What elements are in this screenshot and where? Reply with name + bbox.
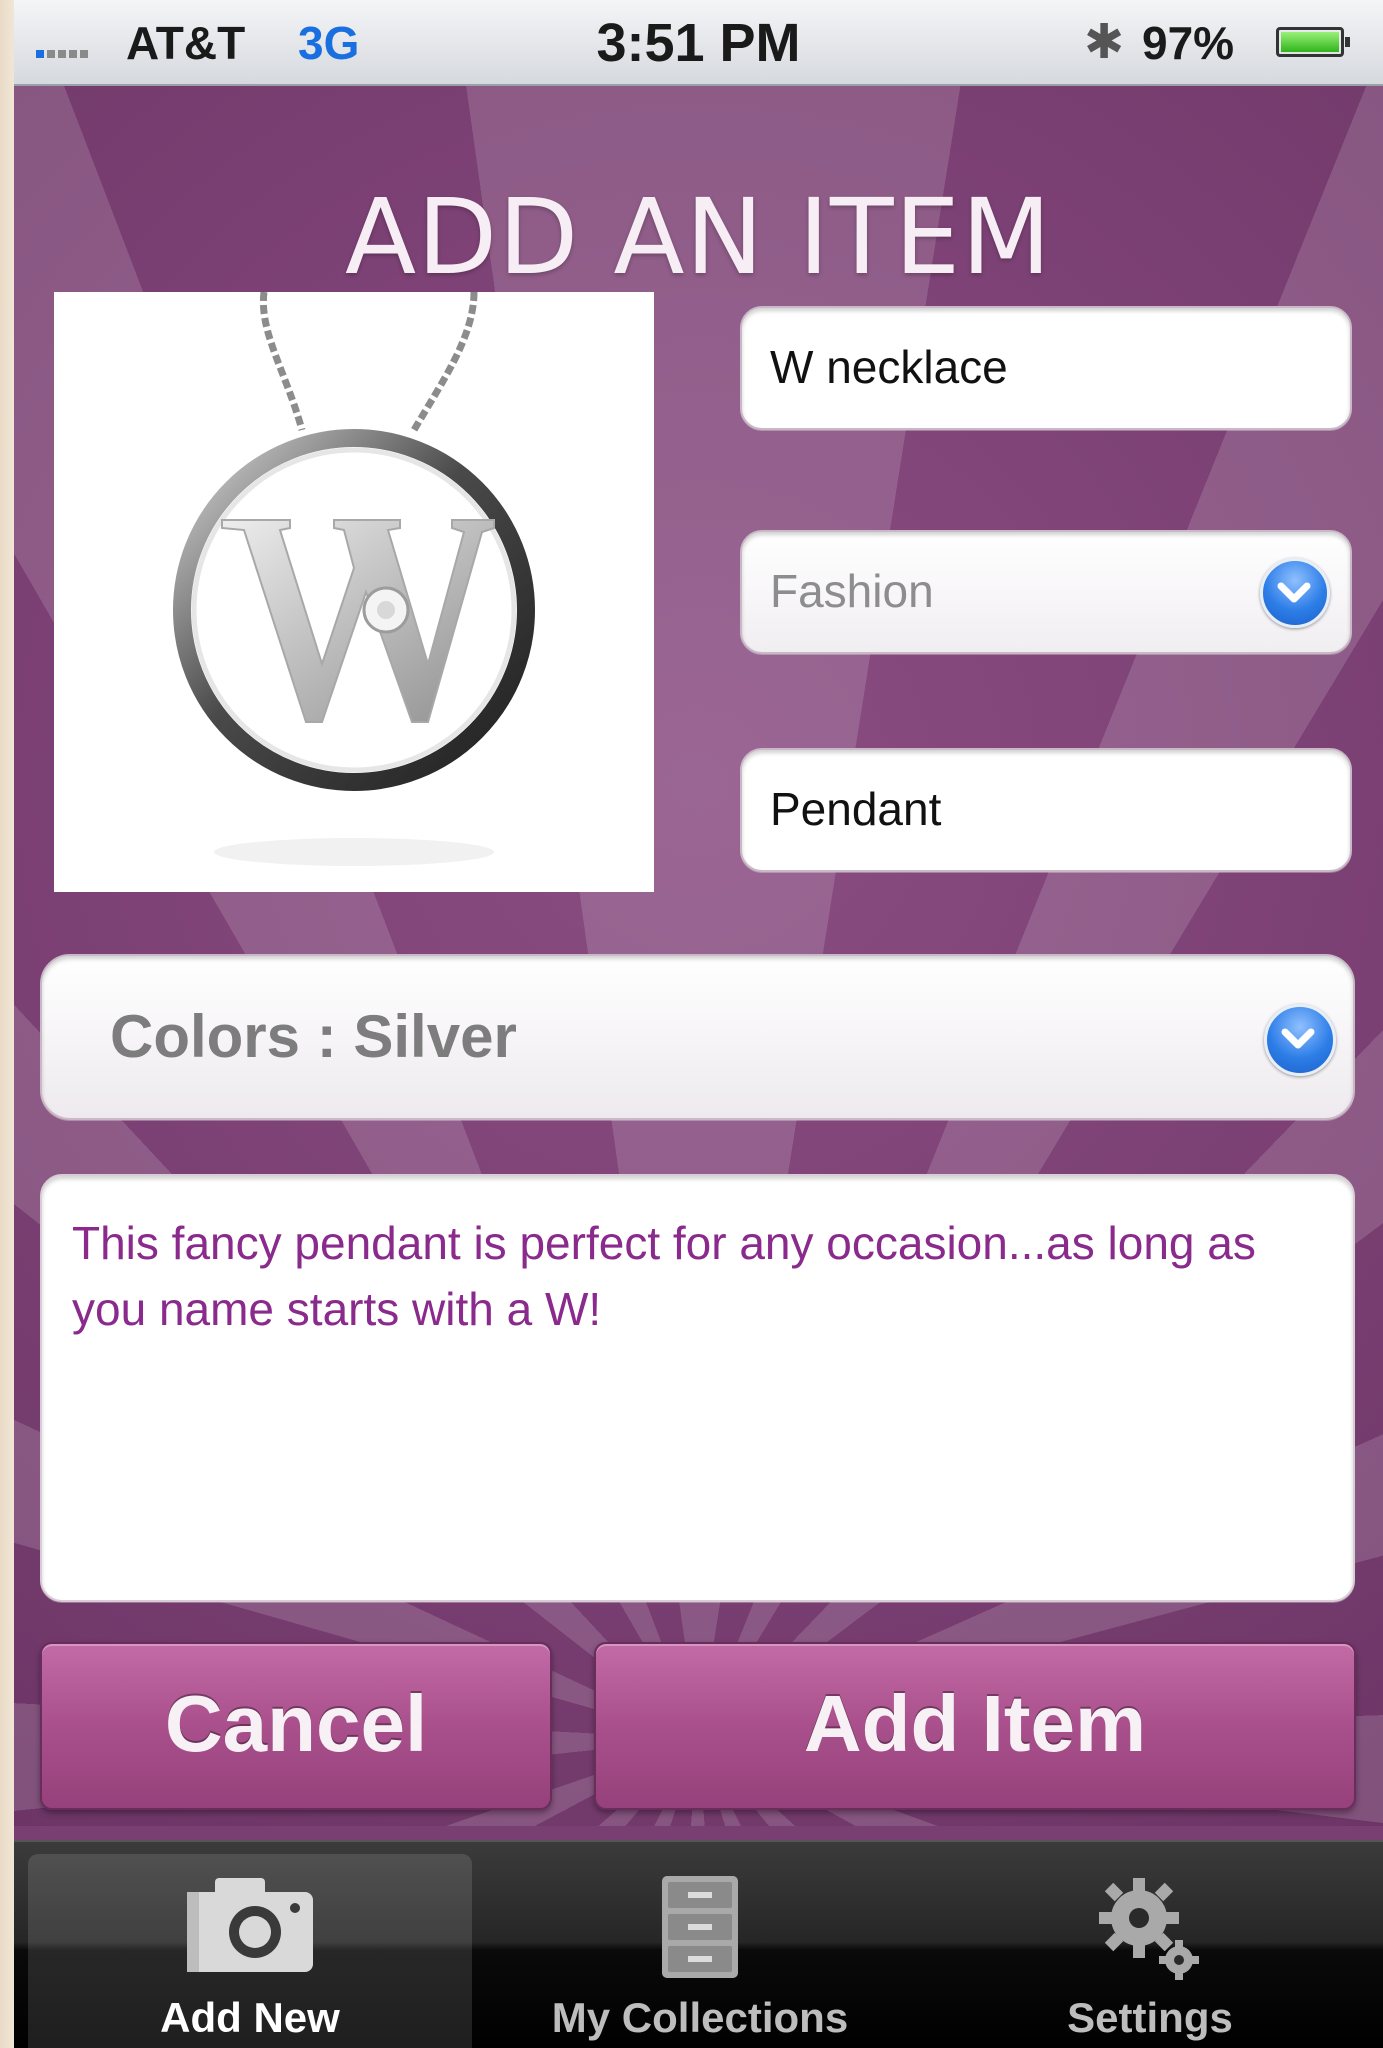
- bluetooth-icon: ✱: [1084, 16, 1125, 69]
- tab-add-new[interactable]: Add New: [28, 1854, 472, 2048]
- battery-percent: 97%: [1142, 17, 1235, 69]
- category-select[interactable]: Fashion: [740, 530, 1352, 654]
- battery-icon: [1276, 27, 1350, 57]
- gears-icon: [1095, 1874, 1205, 1989]
- tab-label: Add New: [160, 1994, 340, 2041]
- item-type-value: Pendant: [770, 783, 942, 835]
- file-cabinet-icon: [660, 1874, 740, 1985]
- item-name-value: W necklace: [770, 341, 1008, 393]
- cancel-button[interactable]: Cancel: [40, 1642, 552, 1810]
- pendant-image: [173, 291, 535, 866]
- screenshot-frame: [0, 0, 14, 2048]
- item-name-field[interactable]: W necklace: [740, 306, 1352, 430]
- content-area: ADD AN ITEM W necklace Fashion Pendant C…: [14, 86, 1383, 1826]
- chevron-down-icon[interactable]: [1264, 1004, 1336, 1076]
- description-value: This fancy pendant is perfect for any oc…: [72, 1217, 1256, 1335]
- colors-value: Colors : Silver: [110, 1003, 517, 1070]
- tab-label: My Collections: [551, 1994, 849, 2041]
- tab-label: Settings: [1067, 1994, 1233, 2041]
- page-title: ADD AN ITEM: [344, 176, 1052, 298]
- description-textarea[interactable]: This fancy pendant is perfect for any oc…: [40, 1174, 1355, 1602]
- status-bar: AT&T 3G 3:51 PM ✱ 97%: [14, 0, 1383, 86]
- tab-my-collections[interactable]: My Collections: [480, 1854, 920, 2048]
- category-value: Fashion: [770, 565, 934, 617]
- item-type-field[interactable]: Pendant: [740, 748, 1352, 872]
- camera-icon: [185, 1874, 315, 1979]
- chevron-down-icon[interactable]: [1260, 558, 1330, 628]
- phone-screen: AT&T 3G 3:51 PM ✱ 97% ADD AN ITEM W neck…: [14, 0, 1383, 2048]
- item-photo[interactable]: [54, 291, 654, 892]
- tab-bar: Add New My Collections Settings: [14, 1840, 1383, 2048]
- tab-settings[interactable]: Settings: [930, 1854, 1370, 2048]
- add-item-button[interactable]: Add Item: [594, 1642, 1356, 1810]
- colors-select[interactable]: Colors : Silver: [40, 954, 1355, 1120]
